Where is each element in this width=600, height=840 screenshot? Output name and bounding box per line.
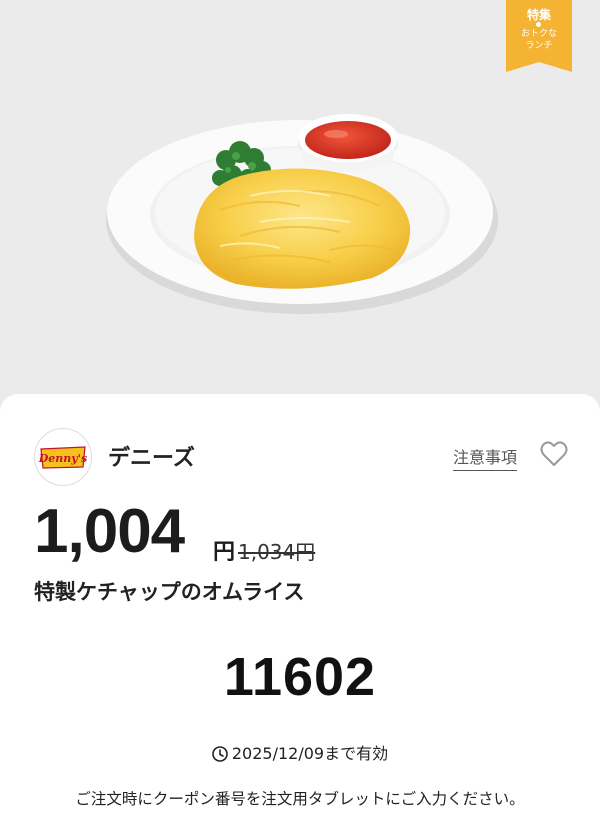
- clock-icon: [212, 746, 228, 762]
- logo-text: Denny's: [38, 452, 88, 465]
- ribbon-subtitle-line1: おトクな: [520, 29, 557, 39]
- discount-price: 1,004: [34, 497, 185, 566]
- store-logo[interactable]: Denny's: [34, 428, 92, 486]
- currency-label: 円: [213, 540, 236, 565]
- store-name[interactable]: デニーズ: [108, 440, 195, 472]
- coupon-page: 特集 おトクな ランチ Denny's デニーズ 注意事項 1,004 円 1,…: [0, 0, 600, 840]
- ribbon-title: 特集: [526, 8, 551, 22]
- validity-text: 2025/12/09まで有効: [231, 744, 389, 763]
- product-name: 特製ケチャップのオムライス: [34, 580, 305, 604]
- dennys-logo-icon: Denny's: [38, 446, 88, 469]
- original-price: 1,034円: [238, 540, 316, 564]
- notice-link[interactable]: 注意事項: [453, 444, 518, 471]
- featured-ribbon: 特集 おトクな ランチ: [506, 0, 572, 72]
- ribbon-subtitle-line2: ランチ: [525, 41, 553, 51]
- product-image: 特集 おトクな ランチ: [0, 0, 600, 410]
- usage-instruction: ご注文時にクーポン番号を注文用タブレットにご入力ください。: [75, 790, 525, 808]
- heart-outline-icon[interactable]: [540, 441, 568, 467]
- coupon-code: 11602: [223, 647, 377, 707]
- ribbon-dot: [536, 22, 541, 27]
- ribbon-subtitle: おトクな ランチ: [506, 28, 572, 52]
- validity-row: 2025/12/09まで有効: [0, 740, 600, 764]
